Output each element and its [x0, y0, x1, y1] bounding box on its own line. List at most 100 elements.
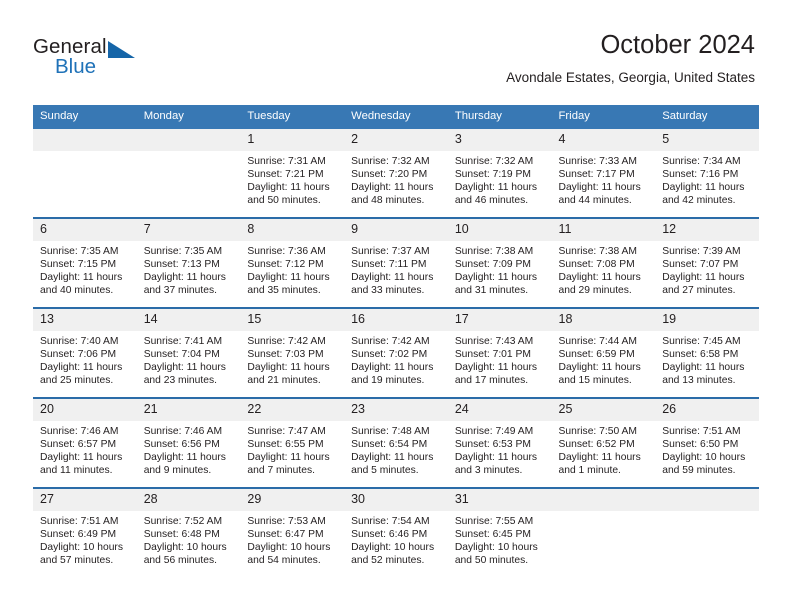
- calendar-day-cell[interactable]: 26 Sunrise: 7:51 AM Sunset: 6:50 PM Dayligh…: [655, 397, 759, 488]
- sunset-text: Sunset: 6:55 PM: [247, 439, 324, 451]
- calendar-day-cell[interactable]: 7 Sunrise: 7:35 AM Sunset: 7:13 PM Daylight…: [136, 217, 241, 308]
- sunrise-text: Sunrise: 7:53 AM: [247, 516, 326, 527]
- calendar-day-cell[interactable]: 25 Sunrise: 7:50 AM Sunset: 6:52 PM Dayligh…: [551, 397, 656, 488]
- calendar-day-cell[interactable]: 10 Sunrise: 7:38 AM Sunset: 7:09 PM Dayligh…: [447, 217, 552, 308]
- daylight-text: Daylight: 11 hours and 23 minutes.: [143, 362, 226, 387]
- daylight-text: Daylight: 11 hours and 48 minutes.: [351, 182, 434, 207]
- calendar-day-cell[interactable]: 11 Sunrise: 7:38 AM Sunset: 7:08 PM Dayligh…: [551, 217, 656, 308]
- calendar-day-cell[interactable]: 8 Sunrise: 7:36 AM Sunset: 7:12 PM Daylight…: [240, 217, 345, 308]
- day-number: [33, 129, 137, 151]
- weekday-header-monday: Monday: [136, 105, 241, 129]
- calendar-day-cell[interactable]: 18 Sunrise: 7:44 AM Sunset: 6:59 PM Dayligh…: [551, 307, 656, 398]
- sunset-text: Sunset: 7:15 PM: [40, 259, 117, 271]
- day-number: 4: [551, 129, 656, 151]
- day-details: Sunrise: 7:32 AM Sunset: 7:19 PM Daylight:…: [448, 151, 552, 207]
- triangle-icon: [108, 41, 135, 58]
- calendar-day-cell[interactable]: 23 Sunrise: 7:48 AM Sunset: 6:54 PM Dayligh…: [344, 397, 448, 488]
- calendar-day-cell[interactable]: 2 Sunrise: 7:32 AM Sunset: 7:20 PM Daylight…: [344, 129, 448, 218]
- sunset-text: Sunset: 7:17 PM: [558, 169, 635, 181]
- day-details: [655, 511, 759, 515]
- sunset-text: Sunset: 6:58 PM: [662, 349, 739, 361]
- calendar-day-cell[interactable]: 13 Sunrise: 7:40 AM Sunset: 7:06 PM Dayligh…: [33, 307, 137, 398]
- daylight-text: Daylight: 11 hours and 7 minutes.: [247, 452, 330, 477]
- sunset-text: Sunset: 7:02 PM: [351, 349, 428, 361]
- day-cell-inner: 8 Sunrise: 7:36 AM Sunset: 7:12 PM Daylight…: [240, 219, 345, 307]
- daylight-text: Daylight: 11 hours and 50 minutes.: [247, 182, 330, 207]
- sunset-text: Sunset: 7:20 PM: [351, 169, 428, 181]
- day-cell-inner: 27 Sunrise: 7:51 AM Sunset: 6:49 PM Dayligh…: [33, 489, 137, 577]
- calendar-day-cell[interactable]: 27 Sunrise: 7:51 AM Sunset: 6:49 PM Dayligh…: [33, 487, 137, 577]
- sunset-text: Sunset: 6:50 PM: [662, 439, 739, 451]
- daylight-text: Daylight: 11 hours and 19 minutes.: [351, 362, 434, 387]
- day-details: Sunrise: 7:45 AM Sunset: 6:58 PM Daylight:…: [655, 331, 759, 387]
- calendar-week-row: 1 Sunrise: 7:31 AM Sunset: 7:21 PM Daylight…: [33, 129, 759, 218]
- day-details: Sunrise: 7:49 AM Sunset: 6:53 PM Daylight:…: [448, 421, 552, 477]
- sunset-text: Sunset: 7:13 PM: [143, 259, 220, 271]
- calendar-day-cell[interactable]: 21 Sunrise: 7:46 AM Sunset: 6:56 PM Dayligh…: [136, 397, 241, 488]
- calendar-day-cell[interactable]: 29 Sunrise: 7:53 AM Sunset: 6:47 PM Dayligh…: [240, 487, 345, 577]
- calendar-day-cell[interactable]: 24 Sunrise: 7:49 AM Sunset: 6:53 PM Dayligh…: [447, 397, 552, 488]
- calendar-day-cell[interactable]: 6 Sunrise: 7:35 AM Sunset: 7:15 PM Daylight…: [33, 217, 137, 308]
- calendar-day-cell[interactable]: 5 Sunrise: 7:34 AM Sunset: 7:16 PM Daylight…: [655, 129, 759, 218]
- daylight-text: Daylight: 11 hours and 1 minute.: [558, 452, 641, 477]
- sunrise-text: Sunrise: 7:32 AM: [351, 156, 430, 167]
- calendar-day-cell[interactable]: 22 Sunrise: 7:47 AM Sunset: 6:55 PM Dayligh…: [240, 397, 345, 488]
- calendar-week-row: 27 Sunrise: 7:51 AM Sunset: 6:49 PM Dayligh…: [33, 487, 759, 577]
- daylight-text: Daylight: 11 hours and 37 minutes.: [143, 272, 226, 297]
- calendar-day-cell[interactable]: 1 Sunrise: 7:31 AM Sunset: 7:21 PM Daylight…: [240, 129, 345, 218]
- calendar-day-cell[interactable]: 9 Sunrise: 7:37 AM Sunset: 7:11 PM Daylight…: [344, 217, 448, 308]
- daylight-text: Daylight: 11 hours and 46 minutes.: [454, 182, 538, 207]
- sunset-text: Sunset: 6:46 PM: [351, 529, 428, 541]
- day-cell-inner: 14 Sunrise: 7:41 AM Sunset: 7:04 PM Dayligh…: [136, 309, 241, 397]
- day-number: 31: [447, 489, 552, 511]
- sunrise-text: Sunrise: 7:43 AM: [454, 336, 534, 347]
- day-details: Sunrise: 7:54 AM Sunset: 6:46 PM Daylight:…: [344, 511, 448, 567]
- day-details: Sunrise: 7:38 AM Sunset: 7:09 PM Daylight:…: [448, 241, 552, 297]
- calendar-day-cell[interactable]: 31 Sunrise: 7:55 AM Sunset: 6:45 PM Dayligh…: [447, 487, 552, 577]
- calendar-day-cell[interactable]: 16 Sunrise: 7:42 AM Sunset: 7:02 PM Dayligh…: [344, 307, 448, 398]
- day-number: 7: [136, 219, 241, 241]
- day-cell-inner: 25 Sunrise: 7:50 AM Sunset: 6:52 PM Dayligh…: [551, 399, 656, 487]
- sunset-text: Sunset: 7:06 PM: [40, 349, 117, 361]
- calendar-day-cell[interactable]: 20 Sunrise: 7:46 AM Sunset: 6:57 PM Dayligh…: [33, 397, 137, 488]
- weekday-header-wednesday: Wednesday: [344, 105, 448, 129]
- general-blue-logo[interactable]: General Blue: [33, 36, 233, 86]
- page-subtitle: Avondale Estates, Georgia, United States: [506, 70, 755, 85]
- calendar-week-row: 20 Sunrise: 7:46 AM Sunset: 6:57 PM Dayligh…: [33, 397, 759, 488]
- day-details: Sunrise: 7:44 AM Sunset: 6:59 PM Daylight:…: [552, 331, 656, 387]
- sunrise-text: Sunrise: 7:38 AM: [558, 246, 637, 257]
- calendar-day-cell[interactable]: 28 Sunrise: 7:52 AM Sunset: 6:48 PM Dayligh…: [136, 487, 241, 577]
- day-number: 19: [655, 309, 759, 331]
- day-cell-inner: 21 Sunrise: 7:46 AM Sunset: 6:56 PM Dayligh…: [136, 399, 241, 487]
- sunset-text: Sunset: 7:09 PM: [454, 259, 531, 271]
- calendar-day-cell[interactable]: 4 Sunrise: 7:33 AM Sunset: 7:17 PM Daylight…: [551, 129, 656, 218]
- sunset-text: Sunset: 6:47 PM: [247, 529, 324, 541]
- calendar-day-cell[interactable]: 30 Sunrise: 7:54 AM Sunset: 6:46 PM Dayligh…: [344, 487, 448, 577]
- sunrise-text: Sunrise: 7:52 AM: [143, 516, 223, 527]
- calendar-day-cell[interactable]: 3 Sunrise: 7:32 AM Sunset: 7:19 PM Daylight…: [447, 129, 552, 218]
- sunrise-text: Sunrise: 7:55 AM: [454, 516, 534, 527]
- calendar-week-row: 13 Sunrise: 7:40 AM Sunset: 7:06 PM Dayligh…: [33, 307, 759, 398]
- sunset-text: Sunset: 6:45 PM: [454, 529, 531, 541]
- day-number: 29: [240, 489, 345, 511]
- sunrise-text: Sunrise: 7:35 AM: [143, 246, 223, 257]
- day-cell-inner: 16 Sunrise: 7:42 AM Sunset: 7:02 PM Dayligh…: [344, 309, 448, 397]
- calendar-day-cell[interactable]: 19 Sunrise: 7:45 AM Sunset: 6:58 PM Dayligh…: [655, 307, 759, 398]
- day-cell-inner: 2 Sunrise: 7:32 AM Sunset: 7:20 PM Daylight…: [344, 129, 448, 217]
- day-cell-inner: [136, 129, 241, 217]
- daylight-text: Daylight: 11 hours and 15 minutes.: [558, 362, 641, 387]
- calendar-day-cell[interactable]: 14 Sunrise: 7:41 AM Sunset: 7:04 PM Dayligh…: [136, 307, 241, 398]
- calendar-day-cell[interactable]: 17 Sunrise: 7:43 AM Sunset: 7:01 PM Dayligh…: [447, 307, 552, 398]
- day-cell-inner: 11 Sunrise: 7:38 AM Sunset: 7:08 PM Dayligh…: [551, 219, 656, 307]
- calendar-day-cell[interactable]: 12 Sunrise: 7:39 AM Sunset: 7:07 PM Dayligh…: [655, 217, 759, 308]
- day-details: Sunrise: 7:51 AM Sunset: 6:50 PM Daylight:…: [655, 421, 759, 477]
- day-number: 9: [344, 219, 448, 241]
- day-details: Sunrise: 7:46 AM Sunset: 6:56 PM Daylight:…: [137, 421, 241, 477]
- calendar-day-cell[interactable]: 15 Sunrise: 7:42 AM Sunset: 7:03 PM Dayligh…: [240, 307, 345, 398]
- sunset-text: Sunset: 7:11 PM: [351, 259, 427, 271]
- sunrise-text: Sunrise: 7:46 AM: [40, 426, 119, 437]
- weekday-header-thursday: Thursday: [447, 105, 552, 129]
- day-cell-inner: 19 Sunrise: 7:45 AM Sunset: 6:58 PM Dayligh…: [655, 309, 759, 397]
- calendar-grid: Sunday Monday Tuesday Wednesday Thursday…: [33, 105, 759, 577]
- sunrise-text: Sunrise: 7:44 AM: [558, 336, 637, 347]
